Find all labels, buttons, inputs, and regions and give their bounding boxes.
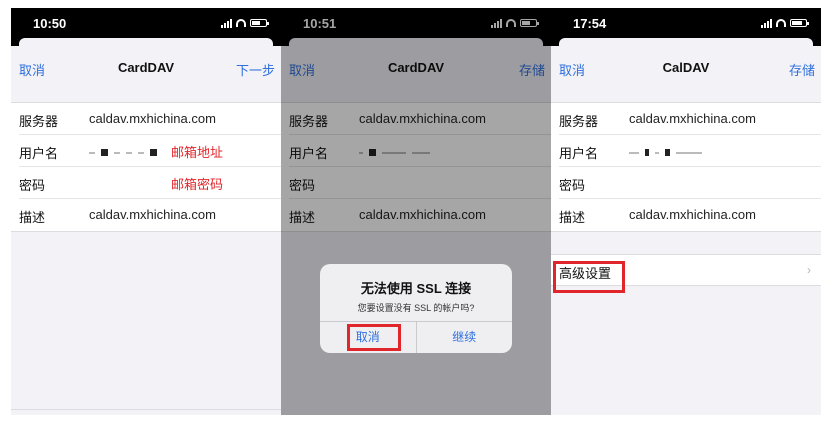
password-row[interactable]: 密码 <box>559 167 821 199</box>
description-field[interactable]: caldav.mxhichina.com <box>89 207 216 222</box>
password-row[interactable]: 密码 邮箱密码 <box>19 167 281 199</box>
description-field[interactable]: caldav.mxhichina.com <box>629 207 756 222</box>
sheet-footer <box>11 409 281 415</box>
description-row[interactable]: 描述 caldav.mxhichina.com <box>19 199 281 231</box>
battery-icon <box>790 19 809 27</box>
description-row[interactable]: 描述 caldav.mxhichina.com <box>559 199 821 231</box>
username-row[interactable]: 用户名 <box>559 135 821 167</box>
battery-icon <box>250 19 269 27</box>
highlight-box-advanced <box>553 261 625 293</box>
alert-title: 无法使用 SSL 连接 <box>360 281 472 296</box>
server-row[interactable]: 服务器 caldav.mxhichina.com <box>559 103 821 135</box>
username-masked-value[interactable] <box>629 149 702 156</box>
status-bar: 10:50 <box>11 8 281 38</box>
server-row[interactable]: 服务器 caldav.mxhichina.com <box>19 103 281 135</box>
signal-icon <box>761 18 772 28</box>
nav-bar: 取消 CardDAV 下一步 <box>11 46 281 102</box>
status-bar: 17:54 <box>551 8 821 38</box>
signal-icon <box>221 18 232 28</box>
username-label: 用户名 <box>19 146 59 161</box>
status-time: 17:54 <box>573 16 607 31</box>
password-label: 密码 <box>19 178 46 193</box>
wifi-icon <box>776 19 786 27</box>
alert-message: 您要设置没有 SSL 的帐户吗? <box>357 303 475 313</box>
username-row[interactable]: 用户名 邮箱地址 <box>19 135 281 167</box>
save-button[interactable]: 存储 <box>789 60 815 79</box>
nav-title: CalDAV <box>662 60 710 75</box>
password-label: 密码 <box>559 178 586 193</box>
username-annotation: 邮箱地址 <box>171 146 224 161</box>
server-field[interactable]: caldav.mxhichina.com <box>89 111 216 126</box>
status-icons <box>761 18 809 28</box>
description-label: 描述 <box>559 210 586 225</box>
server-label: 服务器 <box>19 114 59 129</box>
screen-ssl-alert: 10:51 取消 CardDAV 存储 服务器 caldav.mxhichina… <box>281 8 551 415</box>
highlight-box-cancel <box>347 324 401 351</box>
server-label: 服务器 <box>559 114 599 129</box>
screenshot-stage: 10:50 取消 CardDAV 下一步 服务器 caldav.mxhichin… <box>0 0 830 425</box>
sheet-edge <box>11 38 281 46</box>
status-time: 10:50 <box>33 16 67 31</box>
password-annotation: 邮箱密码 <box>171 178 224 193</box>
nav-bar: 取消 CalDAV 存储 <box>551 46 821 102</box>
description-label: 描述 <box>19 210 46 225</box>
server-field[interactable]: caldav.mxhichina.com <box>629 111 756 126</box>
status-icons <box>221 18 269 28</box>
account-form: 服务器 caldav.mxhichina.com 用户名 邮箱地址 密码 邮箱密… <box>11 102 281 232</box>
account-form: 服务器 caldav.mxhichina.com 用户名 密码 描述 calda… <box>551 102 821 232</box>
wifi-icon <box>236 19 246 27</box>
alert-continue-button[interactable]: 继续 <box>415 322 513 353</box>
username-masked-value[interactable] <box>89 149 157 156</box>
sheet-edge <box>551 38 821 46</box>
dim-overlay <box>281 8 551 415</box>
username-label: 用户名 <box>559 146 599 161</box>
screen-carddav-setup: 10:50 取消 CardDAV 下一步 服务器 caldav.mxhichin… <box>11 8 281 415</box>
chevron-right-icon: › <box>807 263 811 277</box>
screen-caldav-setup: 17:54 取消 CalDAV 存储 服务器 caldav.mxhichina.… <box>551 8 821 415</box>
next-button[interactable]: 下一步 <box>236 60 275 79</box>
